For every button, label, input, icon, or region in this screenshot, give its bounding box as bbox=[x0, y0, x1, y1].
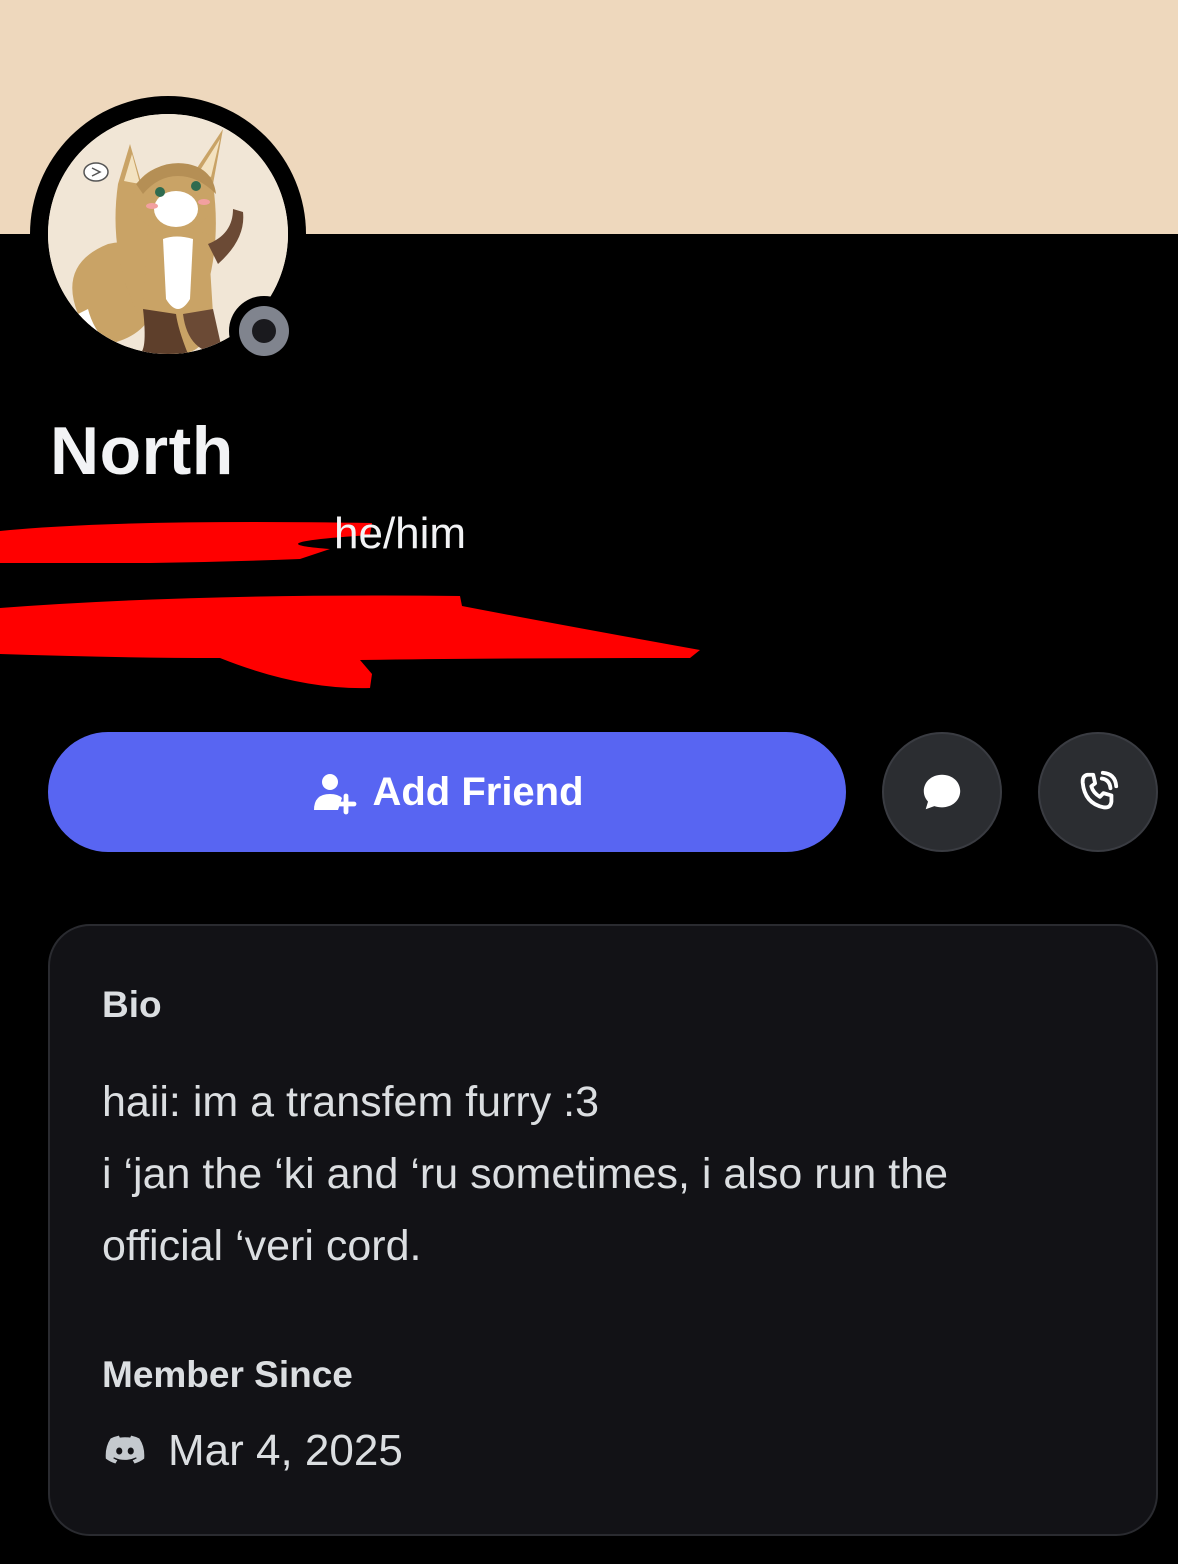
message-button[interactable] bbox=[882, 732, 1002, 852]
display-name: North bbox=[50, 413, 234, 489]
add-friend-icon bbox=[314, 774, 357, 815]
phone-call-icon bbox=[1080, 770, 1119, 810]
discord-logo-icon bbox=[105, 1435, 145, 1464]
member-since-heading: Member Since bbox=[102, 1354, 353, 1395]
profile-page: North he/him Add Friend Bio haii: im a t… bbox=[0, 0, 1178, 1564]
bio-text: haii: im a transfem furry :3 i ‘jan the … bbox=[102, 1066, 1102, 1282]
bio-line: haii: im a transfem furry :3 bbox=[102, 1078, 600, 1126]
member-since-row: Mar 4, 2025 bbox=[102, 1426, 403, 1476]
member-since-date: Mar 4, 2025 bbox=[168, 1426, 403, 1475]
pronouns: he/him bbox=[334, 509, 467, 558]
username-pronouns-row: he/him bbox=[0, 505, 700, 565]
redaction-scribble bbox=[0, 522, 372, 563]
add-friend-button[interactable]: Add Friend bbox=[48, 732, 846, 852]
redaction-scribble bbox=[0, 595, 700, 689]
profile-info-card: Bio haii: im a transfem furry :3 i ‘jan … bbox=[48, 924, 1158, 1536]
bio-heading: Bio bbox=[102, 984, 162, 1025]
bio-line: i ‘jan the ‘ki and ‘ru sometimes, i also… bbox=[102, 1150, 949, 1198]
chat-bubble-icon bbox=[923, 774, 961, 810]
call-button[interactable] bbox=[1038, 732, 1158, 852]
add-friend-label: Add Friend bbox=[372, 769, 584, 814]
offline-status-icon bbox=[239, 306, 289, 356]
bio-line: official ‘veri cord. bbox=[102, 1222, 422, 1270]
